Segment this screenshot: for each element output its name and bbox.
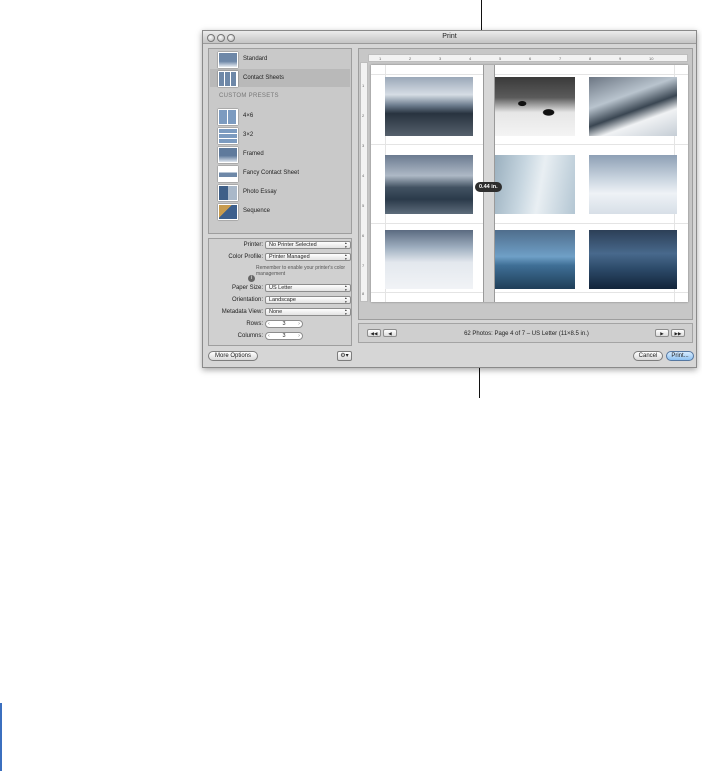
contact-photo-ice-lake[interactable] — [385, 77, 473, 136]
rows-stepper[interactable]: ‹ 3 › — [265, 320, 303, 328]
orientation-label: Orientation: — [231, 297, 263, 303]
vertical-ruler: 1 2 3 4 5 6 7 8 — [360, 62, 368, 302]
ruler-number: 7 — [559, 56, 562, 61]
info-icon: i — [248, 275, 255, 282]
preset-4x6-thumbnail — [218, 109, 238, 125]
previous-page-button[interactable]: ◀ — [383, 329, 397, 337]
page-status: 62 Photos: Page 4 of 7 – US Letter (11×8… — [464, 331, 589, 337]
ruler-number: 10 — [649, 56, 654, 61]
print-window: Print Standard Contact Sheets CUSTOM PRE… — [202, 30, 697, 368]
contact-photo-snow-hikers[interactable] — [385, 230, 473, 289]
color-management-notice: Remember to enable your printer's color … — [256, 265, 346, 277]
preset-label: Photo Essay — [243, 189, 277, 195]
paper-size-label: Paper Size: — [231, 285, 263, 291]
print-settings-panel: Printer: No Printer Selected Color Profi… — [208, 238, 352, 346]
preset-label: Sequence — [243, 208, 271, 214]
rows-value: 3 — [282, 321, 286, 327]
preset-3x2[interactable]: 3×2 — [210, 126, 350, 144]
ruler-number: 8 — [589, 56, 592, 61]
contact-photo-iceberg-dark[interactable] — [589, 230, 677, 289]
columns-stepper[interactable]: ‹ 3 › — [265, 332, 303, 340]
ruler-number: 3 — [362, 143, 365, 148]
paper-size-popup[interactable]: US Letter — [265, 284, 351, 292]
preset-sequence[interactable]: Sequence — [210, 202, 350, 220]
ruler-number: 6 — [529, 56, 532, 61]
preset-label: Contact Sheets — [243, 75, 285, 81]
decrement-icon[interactable]: ‹ — [268, 333, 270, 340]
preset-label: Fancy Contact Sheet — [243, 170, 300, 176]
ruler-number: 2 — [409, 56, 412, 61]
gear-menu-button[interactable]: ⚙▾ — [337, 351, 352, 361]
cancel-button[interactable]: Cancel — [633, 351, 663, 361]
preset-photo-essay-thumbnail — [218, 185, 238, 201]
decrement-icon[interactable]: ‹ — [268, 321, 270, 328]
preset-label: 4×6 — [243, 113, 254, 119]
color-profile-label: Color Profile: — [228, 254, 263, 260]
spacing-dimension-label: 0.44 in. — [475, 182, 502, 192]
ruler-number: 2 — [362, 113, 365, 118]
presets-list: Standard Contact Sheets CUSTOM PRESETS 4… — [208, 48, 352, 234]
preset-3x2-thumbnail — [218, 128, 238, 144]
preset-label: 3×2 — [243, 132, 254, 138]
increment-icon[interactable]: › — [298, 321, 300, 328]
orientation-popup[interactable]: Landscape — [265, 296, 351, 304]
contact-photo-iceberg-blue[interactable] — [487, 230, 575, 289]
preset-4x6[interactable]: 4×6 — [210, 107, 350, 125]
color-profile-popup[interactable]: Printer Managed — [265, 253, 351, 261]
contact-photo-ship-glacier[interactable] — [589, 77, 677, 136]
preset-contact-sheets[interactable]: Contact Sheets — [210, 69, 350, 87]
window-title: Print — [442, 33, 457, 40]
preset-photo-essay[interactable]: Photo Essay — [210, 183, 350, 201]
contact-photo-ship-bay[interactable] — [385, 155, 473, 214]
preset-contact-sheets-thumbnail — [218, 71, 238, 87]
metadata-view-label: Metadata View: — [221, 309, 263, 315]
preset-label: Framed — [243, 151, 264, 157]
ruler-number: 6 — [362, 233, 365, 238]
increment-icon[interactable]: › — [298, 333, 300, 340]
ruler-number: 9 — [619, 56, 622, 61]
ruler-number: 5 — [362, 203, 365, 208]
contact-photo-penguins[interactable] — [487, 77, 575, 136]
page-navigation-bar: ◀◀ ◀ 62 Photos: Page 4 of 7 – US Letter … — [358, 323, 693, 343]
printer-label: Printer: — [243, 242, 263, 248]
left-edge-marker — [0, 703, 2, 771]
ruler-number: 1 — [379, 56, 382, 61]
preset-framed-thumbnail — [218, 147, 238, 163]
contact-photo-snow-field[interactable] — [589, 155, 677, 214]
ruler-number: 8 — [362, 291, 365, 296]
print-preview: 1 2 3 4 5 6 7 8 9 10 1 2 3 4 5 6 7 8 0.4… — [358, 48, 693, 320]
next-page-button[interactable]: ▶ — [655, 329, 669, 337]
print-button[interactable]: Print... — [666, 351, 694, 361]
metadata-view-popup[interactable]: None — [265, 308, 351, 316]
horizontal-ruler: 1 2 3 4 5 6 7 8 9 10 — [368, 54, 688, 62]
preset-fancy-contact-sheet-thumbnail — [218, 166, 238, 182]
ruler-number: 4 — [469, 56, 472, 61]
printer-popup[interactable]: No Printer Selected — [265, 241, 351, 249]
preset-framed[interactable]: Framed — [210, 145, 350, 163]
preset-sequence-thumbnail — [218, 204, 238, 220]
preset-standard[interactable]: Standard — [210, 50, 350, 68]
first-page-button[interactable]: ◀◀ — [367, 329, 381, 337]
ruler-number: 5 — [499, 56, 502, 61]
custom-presets-heading: CUSTOM PRESETS — [219, 93, 279, 99]
preset-fancy-contact-sheet[interactable]: Fancy Contact Sheet — [210, 164, 350, 182]
last-page-button[interactable]: ▶▶ — [671, 329, 685, 337]
columns-value: 3 — [282, 333, 286, 339]
ruler-number: 7 — [362, 263, 365, 268]
ruler-number: 1 — [362, 83, 365, 88]
ruler-number: 3 — [439, 56, 442, 61]
more-options-button[interactable]: More Options — [208, 351, 258, 361]
preview-page: 0.44 in. — [371, 65, 688, 302]
preset-standard-thumbnail — [218, 52, 238, 68]
title-bar[interactable]: Print — [203, 31, 696, 44]
rows-label: Rows: — [246, 321, 263, 327]
preset-label: Standard — [243, 56, 268, 62]
columns-label: Columns: — [237, 333, 263, 339]
ruler-number: 4 — [362, 173, 365, 178]
